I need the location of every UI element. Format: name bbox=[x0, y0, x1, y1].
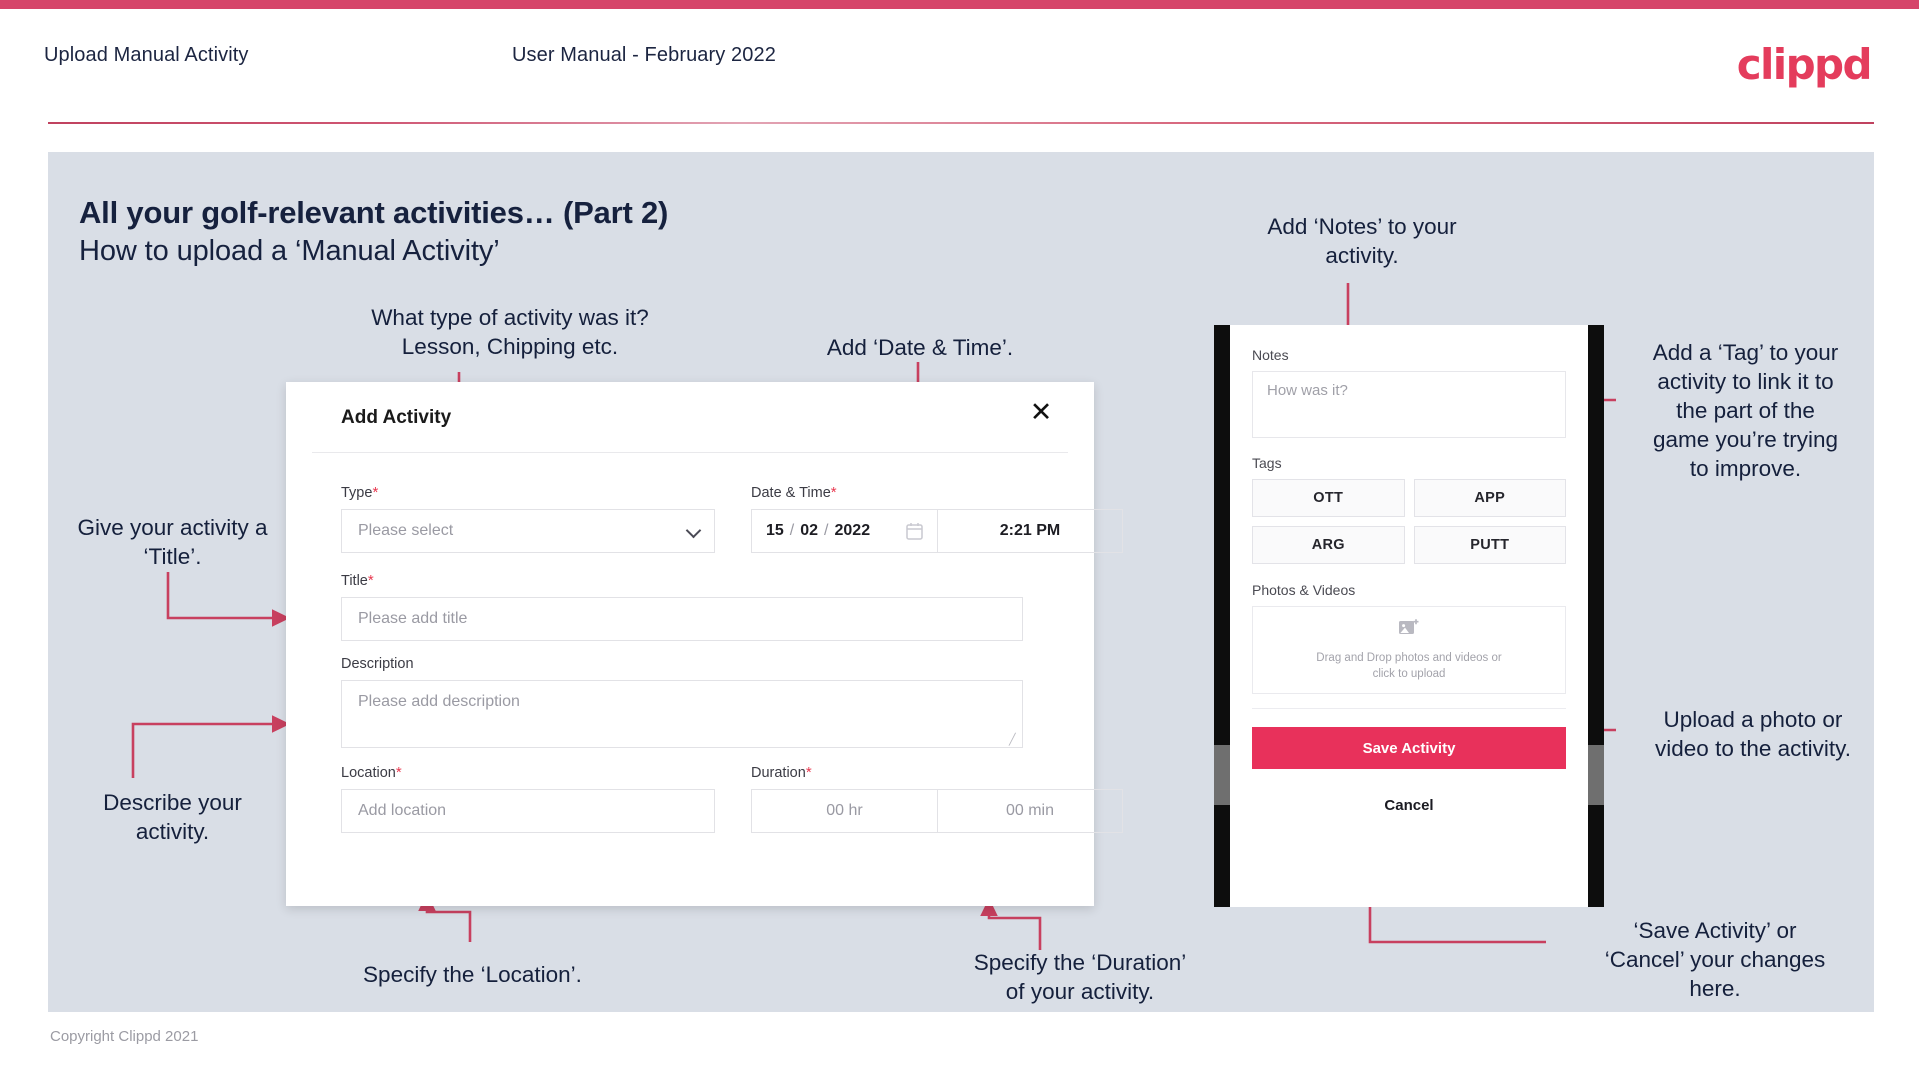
date-year: 2022 bbox=[834, 522, 871, 539]
top-accent-bar bbox=[0, 0, 1919, 9]
chevron-down-icon bbox=[687, 524, 701, 538]
tag-button-putt[interactable]: PUTT bbox=[1413, 526, 1566, 564]
resize-handle-icon[interactable]: ╱ bbox=[1009, 735, 1019, 746]
description-placeholder: Please add description bbox=[358, 693, 520, 710]
description-field-group: Description Please add description ╱ bbox=[341, 656, 1023, 748]
annotation-location: Specify the ‘Location’. bbox=[363, 962, 582, 987]
notes-label: Notes bbox=[1252, 347, 1289, 363]
required-marker: * bbox=[367, 572, 374, 589]
header-divider bbox=[48, 122, 1874, 124]
dropzone[interactable]: Drag and Drop photos and videos or click… bbox=[1252, 606, 1566, 694]
annotation-upload: Upload a photo or video to the activity. bbox=[1655, 707, 1851, 761]
duration-hours-input[interactable]: 00 hr bbox=[751, 789, 937, 833]
type-select[interactable]: Please select bbox=[341, 509, 715, 553]
close-icon[interactable]: ✕ bbox=[1026, 397, 1056, 427]
description-label: Description bbox=[341, 656, 414, 672]
notes-textarea[interactable]: How was it? bbox=[1252, 371, 1566, 438]
location-label: Location* bbox=[341, 764, 402, 781]
slide-page: Upload Manual Activity User Manual - Feb… bbox=[0, 0, 1919, 1079]
datetime-label: Date & Time* bbox=[751, 484, 837, 501]
location-field-group: Location* Add location bbox=[341, 764, 715, 833]
phone-bezel-left bbox=[1214, 325, 1230, 907]
required-marker: * bbox=[395, 764, 402, 781]
annotation-tag: Add a ‘Tag’ to your activity to link it … bbox=[1652, 340, 1839, 481]
required-marker: * bbox=[805, 764, 812, 781]
phone-mockup: Notes How was it? Tags OTT APP ARG PUTT … bbox=[1214, 325, 1604, 907]
photos-videos-label: Photos & Videos bbox=[1252, 582, 1356, 598]
slide-subheading: How to upload a ‘Manual Activity’ bbox=[79, 235, 500, 267]
annotation-notes: Add ‘Notes’ to your activity. bbox=[1267, 214, 1457, 268]
date-day: 15 bbox=[766, 522, 784, 539]
footer-copyright: Copyright Clippd 2021 bbox=[50, 1028, 199, 1045]
clippd-logo: clippd bbox=[1736, 40, 1873, 89]
required-marker: * bbox=[372, 484, 379, 501]
title-label: Title* bbox=[341, 572, 374, 589]
required-marker: * bbox=[830, 484, 837, 501]
date-sep-2: / bbox=[824, 522, 829, 539]
description-textarea[interactable]: Please add description ╱ bbox=[341, 680, 1023, 748]
type-label: Type* bbox=[341, 484, 379, 501]
duration-field-group: Duration* 00 hr 00 min bbox=[751, 764, 1123, 833]
dialog-title: Add Activity bbox=[341, 407, 452, 428]
dropzone-text: Drag and Drop photos and videos or click… bbox=[1316, 652, 1502, 680]
location-placeholder: Add location bbox=[358, 802, 447, 819]
add-activity-dialog: Add Activity ✕ Type* Please select Date … bbox=[286, 382, 1123, 906]
annotation-description: Describe your activity. bbox=[103, 790, 242, 844]
add-image-icon bbox=[1398, 618, 1420, 643]
tags-grid: OTT APP ARG PUTT bbox=[1252, 479, 1566, 564]
notes-placeholder: How was it? bbox=[1267, 382, 1348, 399]
tag-button-arg[interactable]: ARG bbox=[1252, 526, 1405, 564]
annotation-datetime: Add ‘Date & Time’. bbox=[826, 335, 1014, 360]
phone-bezel-accent-left bbox=[1214, 745, 1230, 805]
datetime-field-group: Date & Time* 15 / 02 / 2022 2:21 PM bbox=[751, 484, 1123, 553]
date-sep-1: / bbox=[789, 522, 795, 539]
cancel-button[interactable]: Cancel bbox=[1252, 797, 1566, 814]
type-placeholder: Please select bbox=[358, 522, 454, 539]
type-field-group: Type* Please select bbox=[341, 484, 715, 553]
annotation-duration: Specify the ‘Duration’ of your activity. bbox=[973, 950, 1187, 1004]
annotation-type: What type of activity was it? Lesson, Ch… bbox=[371, 305, 649, 359]
page-title: Upload Manual Activity bbox=[44, 44, 249, 66]
date-input[interactable]: 15 / 02 / 2022 bbox=[751, 509, 937, 553]
tag-button-ott[interactable]: OTT bbox=[1252, 479, 1405, 517]
phone-divider bbox=[1252, 708, 1566, 709]
phone-bezel-right bbox=[1588, 325, 1604, 907]
slide-heading: All your golf-relevant activities… (Part… bbox=[79, 195, 669, 230]
phone-bezel-accent-right bbox=[1588, 745, 1604, 805]
phone-screen: Notes How was it? Tags OTT APP ARG PUTT … bbox=[1230, 325, 1588, 907]
time-input[interactable]: 2:21 PM bbox=[937, 509, 1123, 553]
annotation-title: Give your activity a ‘Title’. bbox=[77, 515, 268, 569]
calendar-icon[interactable] bbox=[906, 522, 923, 540]
title-placeholder: Please add title bbox=[358, 610, 468, 627]
tag-button-app[interactable]: APP bbox=[1413, 479, 1566, 517]
save-activity-button[interactable]: Save Activity bbox=[1252, 727, 1566, 769]
duration-label: Duration* bbox=[751, 764, 812, 781]
dialog-divider bbox=[312, 452, 1068, 453]
annotation-save: ‘Save Activity’ or ‘Cancel’ your changes… bbox=[1604, 918, 1826, 1001]
duration-minutes-input[interactable]: 00 min bbox=[937, 789, 1123, 833]
location-input[interactable]: Add location bbox=[341, 789, 715, 833]
date-month: 02 bbox=[800, 522, 819, 539]
title-field-group: Title* Please add title bbox=[341, 572, 1023, 641]
header-subtitle: User Manual - February 2022 bbox=[512, 44, 776, 66]
tags-label: Tags bbox=[1252, 455, 1282, 471]
title-input[interactable]: Please add title bbox=[341, 597, 1023, 641]
